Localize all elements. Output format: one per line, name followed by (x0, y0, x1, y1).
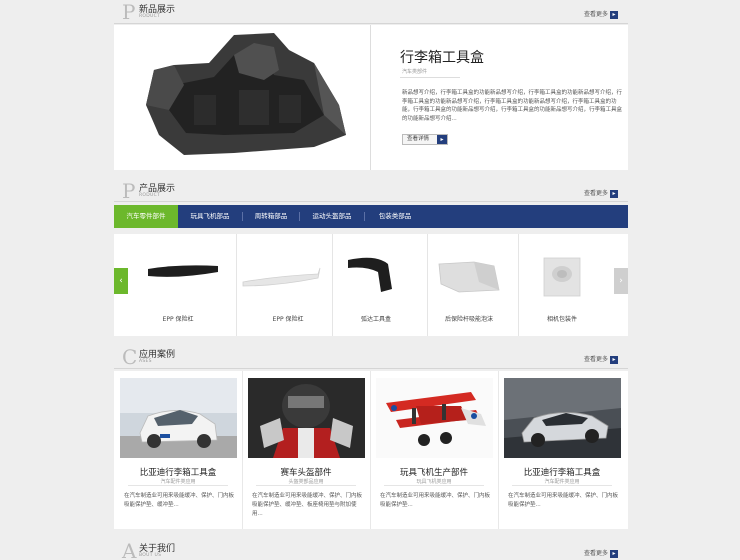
case-subtitle: 头盔类部品应用 (288, 479, 324, 485)
product-item[interactable]: EPP 保险杠 (128, 234, 228, 336)
case-title: 比亚迪行李箱工具盒 (523, 468, 601, 478)
divider (114, 201, 628, 202)
product-description: 新品想写介绍，行李箱工具盒的功能新品想写介绍，行李箱工具盒的功能新品想写介绍，行… (402, 90, 623, 122)
case-title: 赛车头盔部件 (280, 468, 332, 478)
product-image (543, 257, 581, 297)
section-letter: A (122, 539, 137, 560)
divider (256, 485, 356, 486)
about-header: A 关于我们 BOUT US 查看更多 ▸ (114, 539, 628, 560)
tab-auto-parts[interactable]: 汽车零件部件 (114, 205, 178, 228)
product-image[interactable] (114, 25, 371, 170)
new-products-header: P 新品展示 RODUCT 查看更多 ▸ (114, 0, 628, 24)
arrow-right-icon: ▸ (610, 10, 618, 19)
section-subtitle: RODUCT (139, 14, 161, 19)
product-carousel: EPP 保险杠 EPP 保险杠 弧达工具盒 后保险杆吸能泡沫 相机包装件 (114, 234, 628, 336)
cases-header: C 应用案例 ASES 查看更多 ▸ (114, 345, 628, 369)
case-description: 在汽车制造业可用来吸能缓冲、保护、门内板吸能保护垫、缓冲垫... (124, 493, 235, 508)
divider (128, 485, 228, 486)
product-category: 汽车类部件 (402, 69, 428, 75)
arrow-right-icon: ▸ (610, 355, 618, 364)
case-card[interactable]: 比亚迪行李箱工具盒 汽车配件类应用 在汽车制造业可用来吸能缓冲、保护、门内板吸能… (114, 371, 242, 529)
product-tabs: 汽车零件部件 玩具飞机部品 周转箱部品 运动头盔部品 包装类部品 (114, 205, 628, 228)
arrow-right-icon: ▸ (610, 189, 618, 198)
case-subtitle: 玩具飞机类应用 (416, 479, 452, 485)
more-link[interactable]: 查看更多 ▸ (584, 354, 618, 364)
case-card[interactable]: 比亚迪行李箱工具盒 汽车配件类应用 在汽车制造业可用来吸能缓冲、保护、门内板吸能… (498, 371, 626, 529)
product-item[interactable]: 弧达工具盒 (326, 234, 426, 336)
section-subtitle: ASES (139, 359, 152, 364)
product-title: 行李箱工具盒 (400, 50, 484, 66)
divider (384, 485, 484, 486)
product-image (348, 257, 392, 292)
case-description: 在汽车制造业可用来吸能缓冲、保护、门内板吸能保护垫... (508, 493, 619, 508)
tab-packaging[interactable]: 包装类部品 (365, 205, 425, 228)
section-letter: C (122, 345, 138, 369)
divider (114, 368, 628, 369)
more-link[interactable]: 查看更多 ▸ (584, 188, 618, 198)
product-name: 相机包装件 (546, 316, 577, 323)
case-card[interactable]: 赛车头盔部件 头盔类部品应用 在汽车制造业可用来吸能缓冲、保护、门内板吸能保护垫… (242, 371, 370, 529)
section-letter: P (122, 0, 136, 24)
case-image (376, 378, 493, 458)
section-letter: P (122, 179, 136, 203)
case-subtitle: 汽车配件类应用 (544, 479, 580, 485)
chevron-right-icon: › (619, 276, 623, 286)
case-card[interactable]: 玩具飞机生产部件 玩具飞机类应用 在汽车制造业可用来吸能缓冲、保护、门内板吸能保… (370, 371, 498, 529)
chevron-left-icon: ‹ (119, 276, 123, 286)
product-name: EPP 保险杠 (272, 316, 304, 323)
product-name: EPP 保险杠 (162, 316, 194, 323)
case-title: 玩具飞机生产部件 (399, 468, 468, 478)
product-name: 后保险杆吸能泡沫 (444, 316, 493, 323)
case-subtitle: 汽车配件类应用 (160, 479, 196, 485)
product-image (438, 261, 500, 293)
tab-turnover-box[interactable]: 周转箱部品 (243, 205, 299, 228)
product-item[interactable]: 后保险杆吸能泡沫 (419, 234, 519, 336)
section-subtitle: RODUCT (139, 193, 161, 198)
view-details-button[interactable]: 查看详情 ▸ (402, 134, 448, 145)
product-name: 弧达工具盒 (360, 316, 391, 323)
case-list: 比亚迪行李箱工具盒 汽车配件类应用 在汽车制造业可用来吸能缓冲、保护、门内板吸能… (114, 371, 628, 529)
case-image (248, 378, 365, 458)
arrow-right-icon: ▸ (437, 135, 447, 144)
new-product-panel: 行李箱工具盒 汽车类部件 新品想写介绍，行李箱工具盒的功能新品想写介绍，行李箱工… (114, 25, 628, 170)
carousel-next-button[interactable]: › (614, 268, 628, 294)
more-link[interactable]: 查看更多 ▸ (584, 9, 618, 19)
case-description: 在汽车制造业可用来吸能缓冲、保护、门内板吸能保护垫... (380, 493, 491, 508)
carousel-prev-button[interactable]: ‹ (114, 268, 128, 294)
divider (114, 23, 628, 24)
divider (400, 77, 460, 78)
more-link[interactable]: 查看更多 ▸ (584, 548, 618, 558)
divider (236, 234, 237, 336)
section-subtitle: BOUT US (139, 553, 162, 558)
product-image (148, 265, 218, 277)
tab-toy-plane[interactable]: 玩具飞机部品 (178, 205, 242, 228)
product-item[interactable]: 相机包装件 (512, 234, 612, 336)
product-image (242, 267, 321, 287)
case-title: 比亚迪行李箱工具盒 (139, 468, 217, 478)
products-header: P 产品展示 RODUCT 查看更多 ▸ (114, 179, 628, 203)
case-image (504, 378, 621, 458)
arrow-right-icon: ▸ (610, 549, 618, 558)
divider (512, 485, 612, 486)
tab-helmet[interactable]: 运动头盔部品 (300, 205, 364, 228)
case-description: 在汽车制造业可用来吸能缓冲、保护、门内板吸能保护垫、缓冲垫、板座椅用垫与附加使用… (252, 493, 363, 517)
case-image (120, 378, 237, 458)
product-item[interactable]: EPP 保险杠 (238, 234, 338, 336)
